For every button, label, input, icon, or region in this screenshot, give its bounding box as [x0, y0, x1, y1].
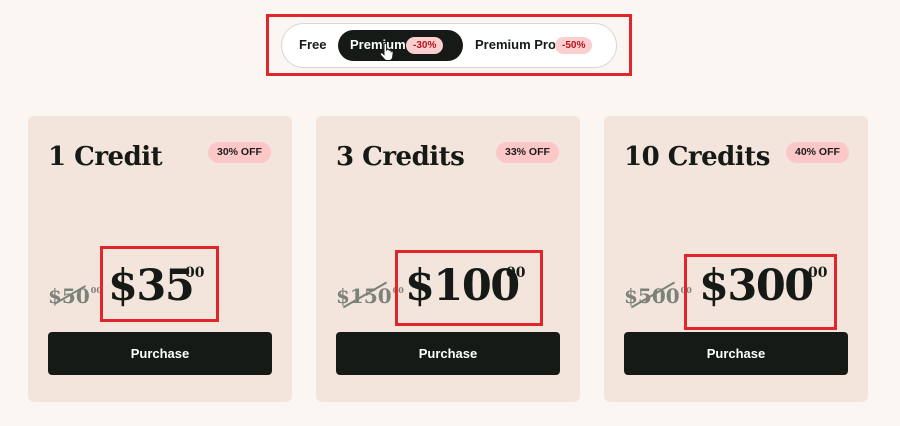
- plan-premium-discount-badge: -30%: [406, 37, 444, 54]
- sale-price: $300: [699, 261, 814, 311]
- sale-price-cents: 00: [808, 265, 828, 281]
- pricing-card-3-credits: 3 Credits 33% OFF $15000 $100 00 Purchas…: [316, 116, 580, 402]
- sale-price-cents: 00: [185, 265, 205, 281]
- discount-badge: 33% OFF: [496, 142, 559, 163]
- sale-price: $35: [108, 261, 195, 311]
- card-title: 3 Credits: [336, 142, 465, 172]
- original-price-amount: $500: [624, 284, 680, 308]
- sale-price: $100: [405, 261, 520, 311]
- original-price-amount: $150: [336, 284, 392, 308]
- purchase-button[interactable]: Purchase: [336, 332, 560, 375]
- plan-option-premium[interactable]: Premium: [350, 38, 406, 52]
- discount-badge: 30% OFF: [208, 142, 271, 163]
- plan-option-free[interactable]: Free: [299, 38, 326, 52]
- purchase-button[interactable]: Purchase: [48, 332, 272, 375]
- original-price: $15000: [336, 284, 404, 308]
- plan-premium-pro-discount-badge: -50%: [555, 37, 593, 54]
- discount-badge: 40% OFF: [786, 142, 849, 163]
- pricing-card-10-credits: 10 Credits 40% OFF $50000 $300 00 Purcha…: [604, 116, 868, 402]
- purchase-button[interactable]: Purchase: [624, 332, 848, 375]
- sale-price-cents: 00: [506, 265, 526, 281]
- original-price-amount: $50: [48, 284, 90, 308]
- original-price: $5000: [48, 284, 102, 308]
- original-price: $50000: [624, 284, 692, 308]
- pricing-card-1-credit: 1 Credit 30% OFF $5000 $35 00 Purchase: [28, 116, 292, 402]
- hand-pointer-icon: [379, 43, 394, 61]
- card-title: 10 Credits: [624, 142, 770, 172]
- plan-option-premium-pro[interactable]: Premium Pro: [475, 38, 556, 52]
- card-title: 1 Credit: [48, 142, 163, 172]
